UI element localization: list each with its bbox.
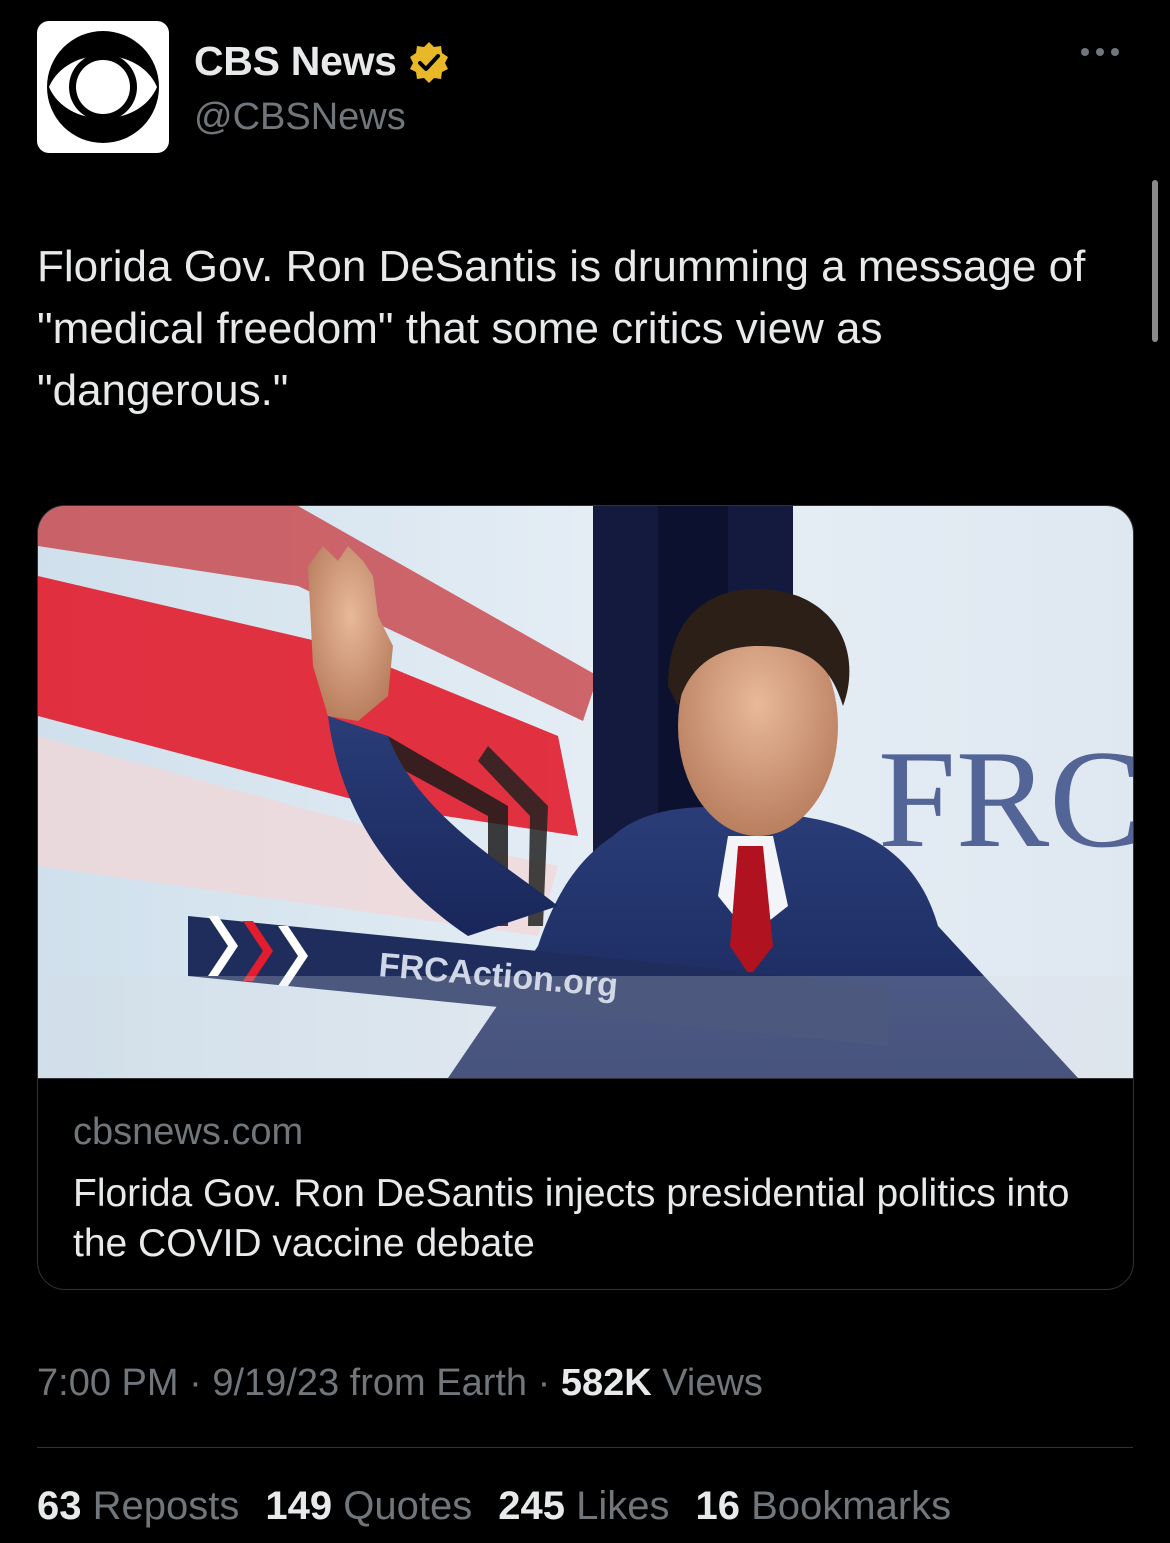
card-image[interactable]: FRC FRCAction.org [38,506,1133,1078]
more-options-icon[interactable] [1081,48,1119,56]
cbs-eye-logo [47,31,159,143]
card-title: Florida Gov. Ron DeSantis injects presid… [73,1172,1070,1265]
stat-count: 63 [37,1484,82,1528]
stat-label: Likes [576,1484,670,1528]
author-display-name[interactable]: CBS News [194,38,397,85]
tweet-date[interactable]: 9/19/23 [212,1362,339,1404]
avatar[interactable] [37,21,169,153]
engagement-stats: 63 Reposts 149 Quotes 245 Likes 16 Bookm… [37,1484,951,1529]
stat-quotes[interactable]: 149 Quotes [265,1484,472,1529]
tweet-source: from Earth [349,1362,528,1404]
author-name-row[interactable]: CBS News [194,38,451,85]
tweet-meta: 7:00 PM · 9/19/23 from Earth · 582K View… [37,1362,763,1405]
stat-label: Quotes [343,1484,473,1528]
separator-dot: · [537,1362,561,1404]
stat-count: 245 [498,1484,565,1528]
verified-badge-icon [409,41,448,83]
stat-count: 149 [265,1484,333,1528]
svg-text:FRC: FRC [878,722,1133,877]
tweet-text: Florida Gov. Ron DeSantis is drumming a … [37,242,1086,415]
views-label: Views [662,1362,763,1404]
stat-label: Bookmarks [751,1484,952,1528]
divider [37,1447,1133,1448]
link-card[interactable]: FRC FRCAction.org cbsnews.com Florida Go… [37,505,1134,1290]
stat-count: 16 [695,1484,740,1528]
separator-dot: · [189,1362,213,1404]
stat-bookmarks[interactable]: 16 Bookmarks [695,1484,951,1529]
tweet-time[interactable]: 7:00 PM [37,1362,179,1404]
scrollbar[interactable] [1152,180,1158,342]
stat-label: Reposts [92,1484,240,1528]
author-handle[interactable]: @CBSNews [194,96,406,139]
views-count: 582K [560,1362,652,1404]
stat-likes[interactable]: 245 Likes [498,1484,669,1529]
stat-reposts[interactable]: 63 Reposts [37,1484,239,1529]
card-meta[interactable]: cbsnews.com Florida Gov. Ron DeSantis in… [38,1078,1133,1289]
card-domain: cbsnews.com [73,1111,304,1153]
